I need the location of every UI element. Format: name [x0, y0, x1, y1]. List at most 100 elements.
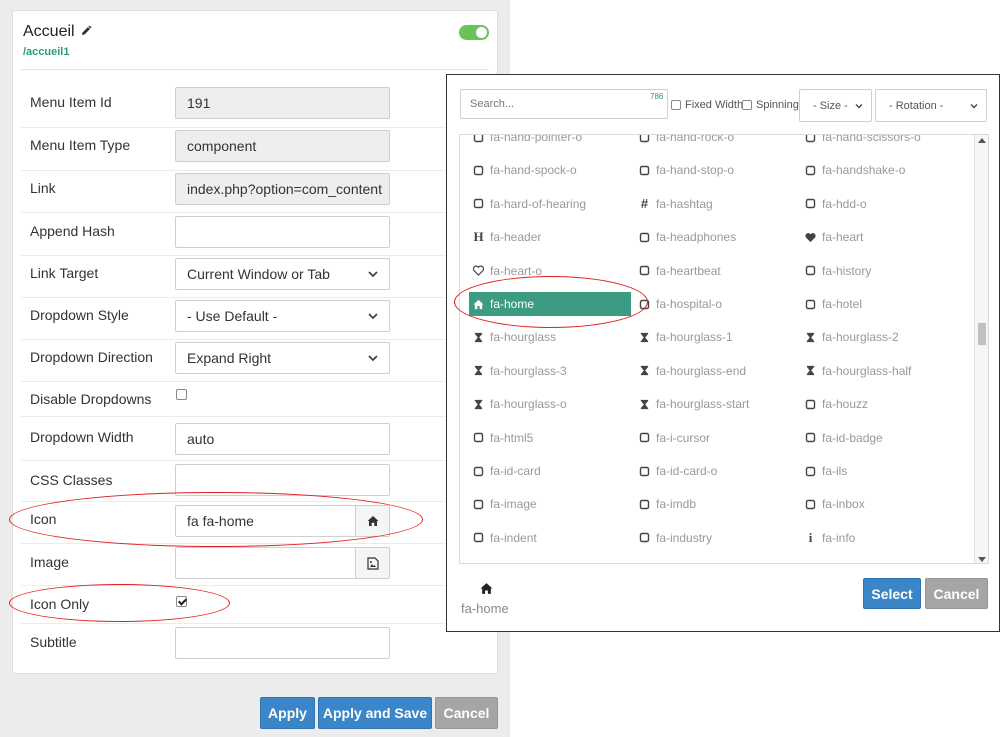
dropdown-style-select[interactable]: - Use Default -: [175, 300, 390, 332]
rotation-select-value: - Rotation -: [889, 99, 944, 112]
icon-option-id-badge[interactable]: fa-id-badge: [801, 426, 951, 450]
append-hash-label: Append Hash: [30, 223, 115, 239]
icon-option-hand-stop-o[interactable]: fa-hand-stop-o: [635, 158, 785, 182]
icon-option-history[interactable]: fa-history: [801, 259, 951, 283]
divider: [21, 339, 489, 340]
icon-option-label: fa-info: [822, 530, 856, 545]
alias-link[interactable]: /accueil1: [23, 46, 69, 58]
icon-grid-scrollbar[interactable]: [974, 135, 988, 563]
cancel-button[interactable]: Cancel: [435, 697, 498, 729]
icon-option-id-card[interactable]: fa-id-card: [469, 459, 619, 483]
icon-option-hourglass-half[interactable]: fa-hourglass-half: [801, 359, 951, 383]
icon-option-hourglass-start[interactable]: fa-hourglass-start: [635, 392, 785, 416]
icon-option-hourglass-end[interactable]: fa-hourglass-end: [635, 359, 785, 383]
icon-option-hand-spock-o[interactable]: fa-hand-spock-o: [469, 158, 619, 182]
icon-option-label: fa-hotel: [822, 297, 863, 311]
subtitle-input[interactable]: [175, 627, 390, 659]
icon-option-hourglass-2[interactable]: fa-hourglass-2: [801, 325, 951, 349]
size-select[interactable]: - Size -: [799, 89, 872, 122]
icon-option-header[interactable]: Hfa-header: [469, 225, 619, 249]
icon-option-hand-scissors-o[interactable]: fa-hand-scissors-o: [801, 134, 951, 149]
published-toggle[interactable]: [459, 25, 489, 40]
icon-option-hourglass[interactable]: fa-hourglass: [469, 325, 619, 349]
icon-picker-modal: 786 Fixed Width Spinning - Size - - Rota…: [446, 74, 1000, 632]
icon-option-inbox[interactable]: fa-inbox: [801, 492, 951, 516]
rotation-select[interactable]: - Rotation -: [875, 89, 987, 122]
icon-option-hard-of-hearing[interactable]: fa-hard-of-hearing: [469, 192, 619, 216]
annotation-oval: [9, 584, 230, 622]
select-button[interactable]: Select: [863, 578, 921, 609]
spinning-checkbox[interactable]: [742, 100, 752, 110]
icon-option-hotel[interactable]: fa-hotel: [801, 292, 951, 316]
link-label: Link: [30, 180, 56, 196]
scroll-thumb[interactable]: [978, 323, 986, 345]
icon-option-indent[interactable]: fa-indent: [469, 526, 619, 550]
icon-option-label: fa-handshake-o: [822, 163, 906, 178]
icon-option-hourglass-o[interactable]: fa-hourglass-o: [469, 392, 619, 416]
icon-option-info[interactable]: i fa-info: [801, 526, 951, 550]
icon-option-label: fa-hospital-o: [656, 297, 723, 311]
apply-and-save-button[interactable]: Apply and Save: [318, 697, 432, 729]
hashtag-icon: #: [640, 196, 649, 212]
css-classes-label: CSS Classes: [30, 472, 113, 488]
headphones-icon: [638, 231, 651, 244]
pencil-icon[interactable]: [80, 25, 92, 37]
indent-icon: [472, 531, 485, 544]
fixed-width-label: Fixed Width: [685, 99, 744, 111]
icon-option-id-card-o[interactable]: fa-id-card-o: [635, 459, 785, 483]
hourglass-end-icon: [638, 364, 651, 377]
link-target-select[interactable]: Current Window or Tab: [175, 258, 390, 290]
subtitle-label: Subtitle: [30, 634, 77, 650]
hourglass-2-icon: [804, 331, 817, 344]
icon-option-heart[interactable]: fa-heart: [801, 225, 951, 249]
icon-option-hand-pointer-o[interactable]: fa-hand-pointer-o: [469, 135, 619, 149]
apply-button[interactable]: Apply: [260, 697, 315, 729]
icon-option-houzz[interactable]: fa-houzz: [801, 392, 951, 416]
icon-option-handshake-o[interactable]: fa-handshake-o: [801, 158, 951, 182]
hard-of-hearing-icon: [472, 197, 485, 210]
disable-dropdowns-checkbox[interactable]: [176, 389, 187, 400]
icon-option-headphones[interactable]: fa-headphones: [635, 225, 785, 249]
icon-option-hourglass-3[interactable]: fa-hourglass-3: [469, 359, 619, 383]
image-input[interactable]: [175, 547, 355, 579]
icon-option-industry[interactable]: fa-industry: [635, 526, 785, 550]
annotation-oval: [454, 276, 648, 328]
icon-option-hand-rock-o[interactable]: fa-hand-rock-o: [635, 135, 785, 149]
icon-option-heartbeat[interactable]: fa-heartbeat: [635, 259, 785, 283]
handshake-o-icon: [804, 164, 817, 177]
modal-cancel-button[interactable]: Cancel: [925, 578, 988, 609]
icon-option-label: fa-hand-scissors-o: [822, 134, 921, 144]
icon-option-html5[interactable]: fa-html5: [469, 426, 619, 450]
icon-option-ils[interactable]: fa-ils: [801, 459, 951, 483]
scroll-down-arrow[interactable]: [978, 557, 986, 562]
icon-search-input[interactable]: [460, 89, 668, 119]
icon-option-hospital-o[interactable]: fa-hospital-o: [635, 292, 785, 316]
i-cursor-icon: [638, 431, 651, 444]
heartbeat-icon: [638, 264, 651, 277]
menu-item-id-field: 191: [175, 87, 390, 119]
icon-option-hashtag[interactable]: # fa-hashtag: [635, 192, 785, 216]
icon-option-i-cursor[interactable]: fa-i-cursor: [635, 426, 785, 450]
hourglass-3-icon: [472, 364, 485, 377]
divider: [21, 255, 489, 256]
icon-option-imdb[interactable]: fa-imdb: [635, 492, 785, 516]
icon-option-hourglass-1[interactable]: fa-hourglass-1: [635, 325, 785, 349]
image-picker-button[interactable]: [355, 547, 390, 579]
icon-option-label: fa-hourglass-half: [822, 363, 912, 378]
append-hash-input[interactable]: [175, 216, 390, 248]
dropdown-width-input[interactable]: auto: [175, 423, 390, 455]
dropdown-direction-label: Dropdown Direction: [30, 349, 153, 365]
hourglass-o-icon: [472, 398, 485, 411]
fixed-width-checkbox[interactable]: [671, 100, 681, 110]
chevron-down-icon: [970, 103, 978, 108]
chevron-down-icon: [855, 103, 863, 108]
hand-scissors-o-icon: [804, 135, 817, 144]
icon-option-hdd-o[interactable]: fa-hdd-o: [801, 192, 951, 216]
icon-option-image[interactable]: fa-image: [469, 492, 619, 516]
divider: [21, 623, 489, 624]
menu-item-type-field: component: [175, 130, 390, 162]
menu-item-card: Accueil /accueil1 Menu Item Id 191 Menu …: [12, 10, 498, 674]
heart-icon: [804, 231, 817, 244]
dropdown-direction-select[interactable]: Expand Right: [175, 342, 390, 374]
scroll-up-arrow[interactable]: [978, 138, 986, 143]
